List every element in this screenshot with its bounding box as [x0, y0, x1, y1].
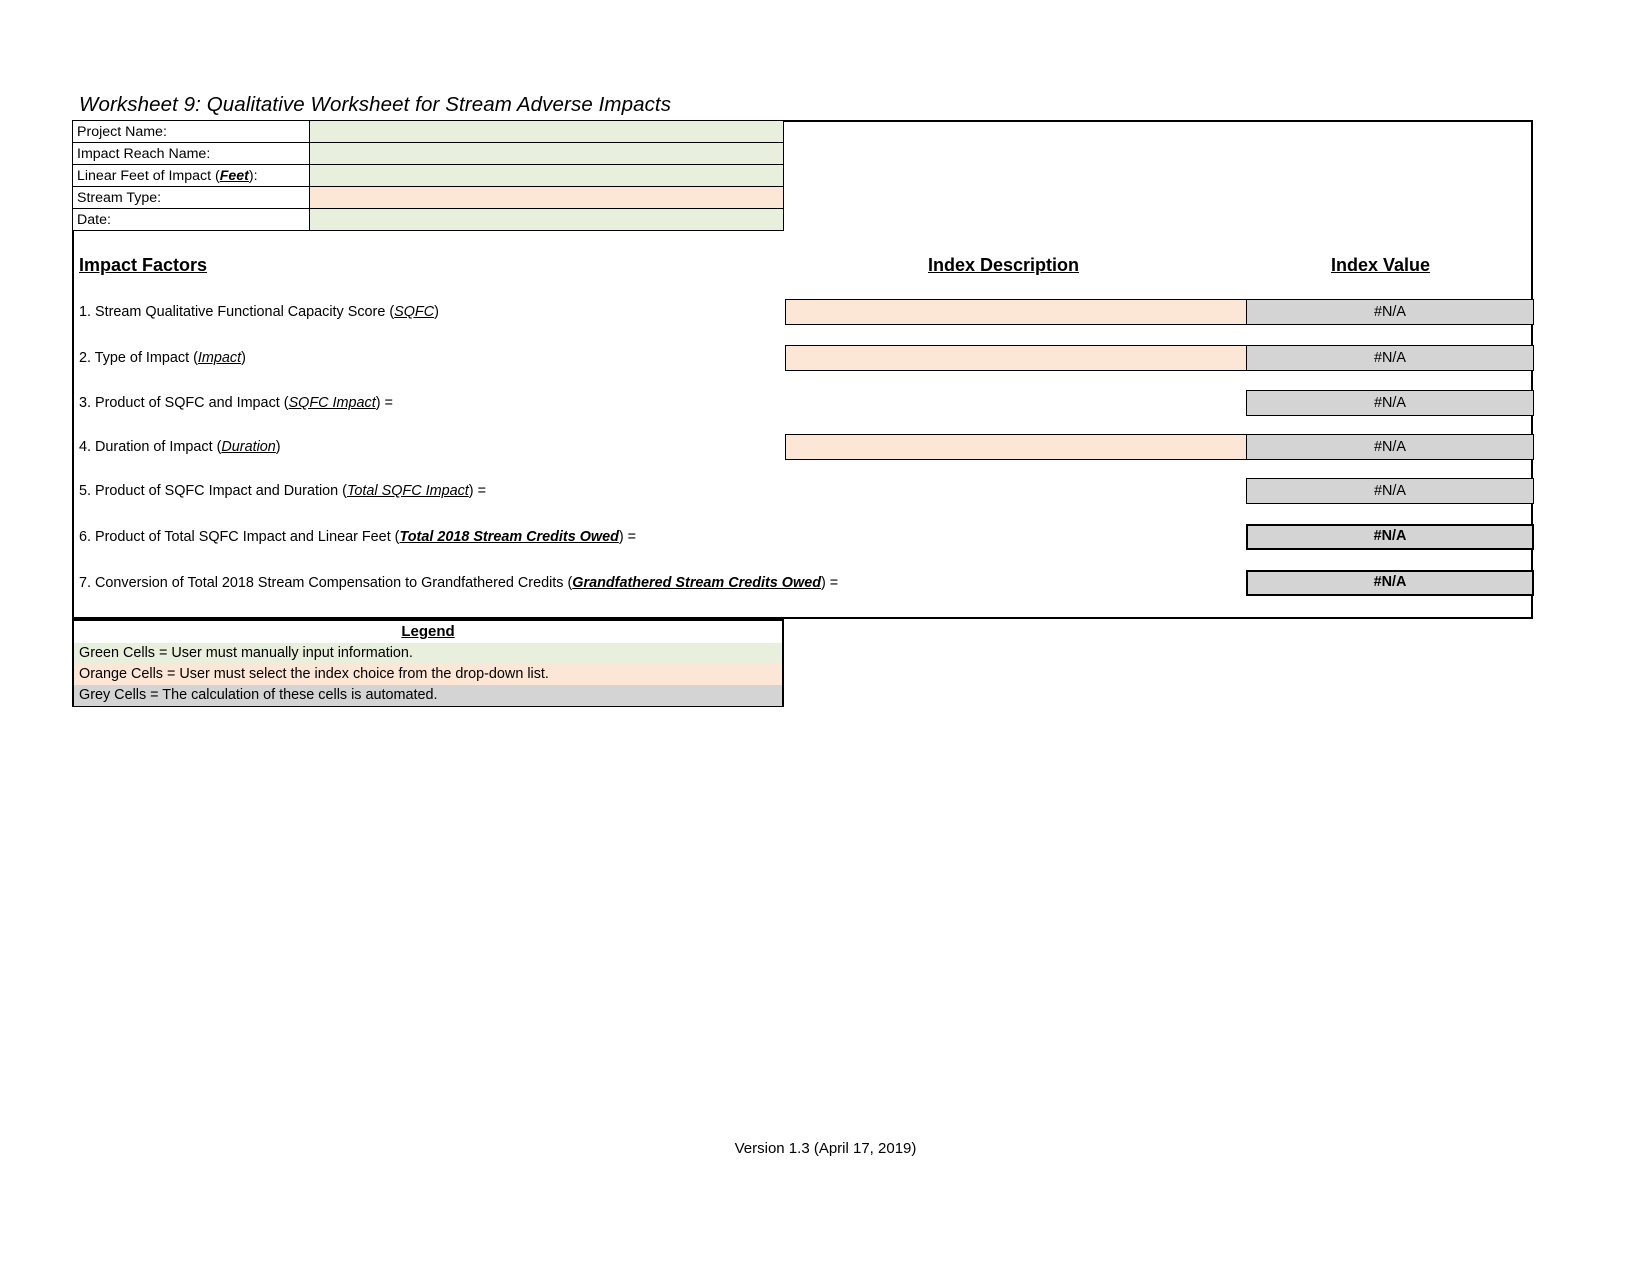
- factor-label-pre: 5. Product of SQFC Impact and Duration (: [79, 483, 347, 499]
- worksheet-page: Worksheet 9: Qualitative Worksheet for S…: [0, 0, 1651, 1275]
- factor-row-3: 3. Product of SQFC and Impact (SQFC Impa…: [72, 390, 1534, 416]
- stream-type-dropdown[interactable]: [309, 186, 784, 209]
- index-value-cell-2: #N/A: [1246, 345, 1534, 371]
- factor-label-post: ) =: [375, 395, 393, 411]
- factor-label-2: 2. Type of Impact (Impact): [79, 345, 246, 371]
- project-name-label: Project Name:: [72, 120, 310, 143]
- factor-label-post: ) =: [820, 575, 839, 591]
- factor-label-post: ) =: [618, 529, 637, 545]
- factor-label-pre: 2. Type of Impact (: [79, 350, 198, 366]
- factor-label-7: 7. Conversion of Total 2018 Stream Compe…: [79, 570, 838, 596]
- factor-label-pre: 3. Product of SQFC and Impact (: [79, 395, 289, 411]
- factor-label-emphasis: SQFC: [394, 304, 435, 320]
- index-description-dropdown-4[interactable]: [785, 434, 1247, 460]
- project-name-input[interactable]: [309, 120, 784, 143]
- factor-label-emphasis: Grandfathered Stream Credits Owed: [572, 575, 821, 591]
- column-header-impact-factors: Impact Factors: [79, 255, 208, 275]
- factor-label-6: 6. Product of Total SQFC Impact and Line…: [79, 524, 636, 550]
- factor-label-post: ): [241, 350, 246, 366]
- factor-label-emphasis: Duration: [221, 439, 276, 455]
- factor-label-pre: 1. Stream Qualitative Functional Capacit…: [79, 304, 395, 320]
- factor-label-1: 1. Stream Qualitative Functional Capacit…: [79, 299, 439, 325]
- linear-feet-label: Linear Feet of Impact (Feet):: [72, 164, 310, 187]
- factor-row-7: 7. Conversion of Total 2018 Stream Compe…: [72, 570, 1534, 596]
- legend-item-grey: Grey Cells = The calculation of these ce…: [74, 685, 782, 706]
- legend-title: Legend: [74, 621, 782, 643]
- legend-box: Legend Green Cells = User must manually …: [72, 619, 784, 707]
- linear-feet-label-post: ):: [248, 167, 258, 184]
- table-row: Impact Reach Name:: [72, 142, 784, 165]
- factor-row-2: 2. Type of Impact (Impact) #N/A: [72, 345, 1534, 371]
- factor-label-emphasis: Impact: [197, 350, 242, 366]
- factor-row-4: 4. Duration of Impact (Duration) #N/A: [72, 434, 1534, 460]
- factor-row-1: 1. Stream Qualitative Functional Capacit…: [72, 299, 1534, 325]
- factor-label-4: 4. Duration of Impact (Duration): [79, 434, 281, 460]
- factor-label-5: 5. Product of SQFC Impact and Duration (…: [79, 478, 486, 504]
- index-description-dropdown-2[interactable]: [785, 345, 1247, 371]
- impact-reach-name-label: Impact Reach Name:: [72, 142, 310, 165]
- column-header-index-value: Index Value: [1331, 255, 1431, 275]
- legend-item-orange: Orange Cells = User must select the inde…: [74, 664, 782, 685]
- factor-row-5: 5. Product of SQFC Impact and Duration (…: [72, 478, 1534, 504]
- project-info-body: Project Name: Impact Reach Name: Linear …: [72, 120, 784, 231]
- legend-item-green: Green Cells = User must manually input i…: [74, 643, 782, 664]
- index-value-cell-3: #N/A: [1246, 390, 1534, 416]
- date-label: Date:: [72, 208, 310, 231]
- factor-label-emphasis: Total 2018 Stream Credits Owed: [399, 529, 619, 545]
- factor-label-emphasis: SQFC Impact: [288, 395, 376, 411]
- factor-label-post: ) =: [468, 483, 486, 499]
- index-description-dropdown-1[interactable]: [785, 299, 1247, 325]
- project-info-table: Project Name: Impact Reach Name: Linear …: [72, 120, 784, 231]
- footer-version: Version 1.3 (April 17, 2019): [734, 1140, 917, 1157]
- table-row: Stream Type:: [72, 186, 784, 209]
- index-value-cell-5: #N/A: [1246, 478, 1534, 504]
- factor-label-3: 3. Product of SQFC and Impact (SQFC Impa…: [79, 390, 393, 416]
- index-value-cell-6: #N/A: [1246, 524, 1534, 550]
- factor-label-post: ): [434, 304, 439, 320]
- column-header-index-description: Index Description: [928, 255, 1080, 275]
- table-row: Date:: [72, 208, 784, 231]
- table-row: Linear Feet of Impact (Feet):: [72, 164, 784, 187]
- stream-type-label: Stream Type:: [72, 186, 310, 209]
- date-input[interactable]: [309, 208, 784, 231]
- linear-feet-label-emphasis: Feet: [219, 167, 249, 184]
- factor-label-emphasis: Total SQFC Impact: [346, 483, 469, 499]
- factor-label-post: ): [275, 439, 281, 455]
- table-row: Project Name:: [72, 120, 784, 143]
- factor-label-pre: 6. Product of Total SQFC Impact and Line…: [79, 529, 400, 545]
- index-value-cell-1: #N/A: [1246, 299, 1534, 325]
- page-title: Worksheet 9: Qualitative Worksheet for S…: [79, 93, 672, 116]
- linear-feet-label-pre: Linear Feet of Impact (: [77, 167, 220, 184]
- index-value-cell-7: #N/A: [1246, 570, 1534, 596]
- linear-feet-input[interactable]: [309, 164, 784, 187]
- factor-row-6: 6. Product of Total SQFC Impact and Line…: [72, 524, 1534, 550]
- factor-label-pre: 4. Duration of Impact (: [79, 439, 222, 455]
- index-value-cell-4: #N/A: [1246, 434, 1534, 460]
- factor-label-pre: 7. Conversion of Total 2018 Stream Compe…: [79, 575, 573, 591]
- impact-reach-name-input[interactable]: [309, 142, 784, 165]
